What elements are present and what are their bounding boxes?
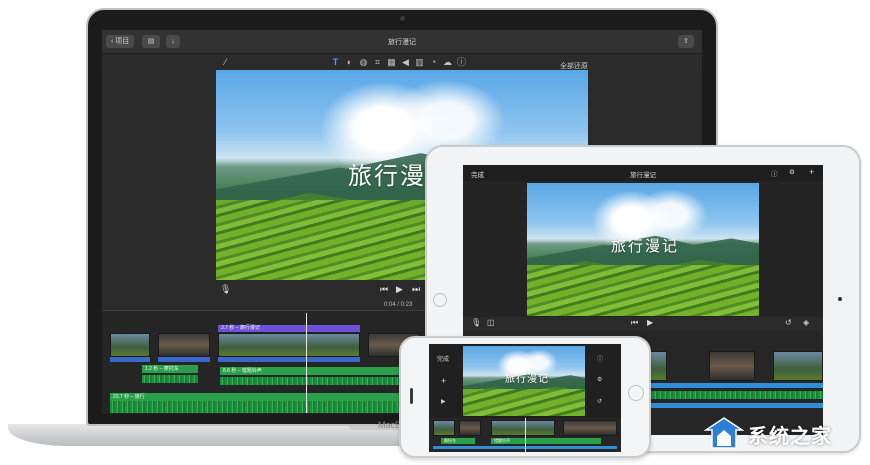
settings-icon[interactable]: ⚙ <box>789 168 795 176</box>
music-track[interactable]: 23.7 秒 – 旅行 <box>110 393 430 401</box>
ipad-camera <box>838 297 842 301</box>
ipad-top-bar: 完成 旅行漫记 ⓘ ⚙ + <box>463 165 823 181</box>
audio-clip-motorcycle[interactable]: 摩托车 <box>441 438 475 444</box>
share-icon: ⇪ <box>683 38 689 45</box>
done-button[interactable]: 完成 <box>437 354 449 363</box>
crop-icon[interactable]: ⌗ <box>372 57 383 68</box>
skip-forward-icon[interactable]: ⏭ <box>412 284 420 295</box>
playhead[interactable] <box>306 313 307 413</box>
color-balance-icon[interactable]: ◐ <box>344 57 355 68</box>
add-icon[interactable]: + <box>809 167 814 177</box>
device-showcase: ‹ 项目 ▤ ↓ 旅行漫记 ⇪ ⁄ T ◐ ◍ ⌗ ▦ ◀ ▥ ◔ ☁ ⓘ 全部… <box>0 0 870 465</box>
video-clip[interactable] <box>158 333 210 357</box>
video-clip[interactable] <box>773 351 823 381</box>
info-icon[interactable]: ⓘ <box>456 57 467 68</box>
iphone-home-button <box>628 385 644 401</box>
project-title: 旅行漫记 <box>388 39 416 46</box>
help-icon[interactable]: ⓘ <box>771 168 778 178</box>
play-icon[interactable]: ▶ <box>647 318 653 327</box>
watermark: 系统之家 <box>704 414 866 456</box>
ipad-project-title: 旅行漫记 <box>630 172 656 179</box>
audio-clip-ringtone[interactable]: 错题铃声 <box>491 438 601 444</box>
video-clip[interactable] <box>110 333 150 357</box>
ipad-playback-controls: 🎙 ◫ ⏮ ▶ ↺ ◈ <box>463 317 823 331</box>
iphone-timeline[interactable]: 摩托车 错题铃声 <box>429 418 621 452</box>
audio-clip-motorcycle[interactable]: 1.2 秒 – 摩托车 <box>142 365 198 373</box>
camera-icon[interactable]: ◫ <box>487 318 495 327</box>
playhead[interactable] <box>525 418 526 452</box>
expand-icon[interactable]: ◈ <box>803 318 809 327</box>
speed-icon[interactable]: ◔ <box>428 57 439 68</box>
iphone-video-preview: 旅行漫记 <box>463 346 585 416</box>
volume-icon[interactable]: ◀ <box>400 57 411 68</box>
audio-clip-ringtone[interactable]: 8.6 秒 – 错题铃声 <box>220 367 410 375</box>
play-icon[interactable]: ▶ <box>441 398 446 405</box>
filter-icon[interactable]: ☁ <box>442 57 453 68</box>
mac-toolbar: ‹ 项目 ▤ ↓ 旅行漫记 ⇪ <box>102 30 702 54</box>
play-icon[interactable]: ▶ <box>396 284 403 295</box>
iphone-device: 完成 + ▶ ⓘ ⚙ ↺ 旅行漫记 摩托车 错题铃声 <box>399 336 651 458</box>
skip-back-icon[interactable]: ⏮ <box>631 318 638 328</box>
ipad-preview-title: 旅行漫记 <box>611 237 680 255</box>
title-clip[interactable]: 3.7 秒 – 旅行漫记 <box>218 325 360 332</box>
microphone-icon[interactable]: 🎙 <box>220 284 231 295</box>
share-button[interactable]: ⇪ <box>678 35 694 48</box>
skip-back-icon[interactable]: ⏮ <box>380 284 388 295</box>
video-clip[interactable] <box>433 420 455 436</box>
equalizer-icon[interactable]: ▥ <box>414 57 425 68</box>
iphone-preview-title: 旅行漫记 <box>505 374 549 385</box>
video-clip[interactable] <box>709 351 755 381</box>
add-icon[interactable]: + <box>441 376 446 386</box>
video-clip[interactable] <box>563 420 617 436</box>
watermark-text: 系统之家 <box>748 424 832 448</box>
ipad-video-preview: 旅行漫记 <box>527 183 759 316</box>
undo-icon[interactable]: ↺ <box>597 398 602 405</box>
video-clip[interactable] <box>218 333 360 357</box>
magic-wand-icon[interactable]: ⁄ <box>220 57 231 68</box>
titles-icon[interactable]: T <box>330 57 341 68</box>
preview-title-overlay: 旅行漫 <box>348 162 426 190</box>
video-clip[interactable] <box>491 420 555 436</box>
macbook-camera <box>400 16 405 21</box>
color-palette-icon[interactable]: ◍ <box>358 57 369 68</box>
timecode: 0:04 / 0:23 <box>384 302 413 308</box>
undo-icon[interactable]: ↺ <box>785 318 792 327</box>
help-icon[interactable]: ⓘ <box>597 354 603 363</box>
settings-icon[interactable]: ⚙ <box>597 376 602 383</box>
stabilize-icon[interactable]: ▦ <box>386 57 397 68</box>
ipad-home-button <box>433 293 447 307</box>
imovie-iphone-window: 完成 + ▶ ⓘ ⚙ ↺ 旅行漫记 摩托车 错题铃声 <box>429 344 621 452</box>
iphone-speaker <box>410 388 413 404</box>
microphone-icon[interactable]: 🎙 <box>471 318 481 327</box>
video-clip[interactable] <box>459 420 481 436</box>
watermark-logo-icon <box>704 417 744 449</box>
